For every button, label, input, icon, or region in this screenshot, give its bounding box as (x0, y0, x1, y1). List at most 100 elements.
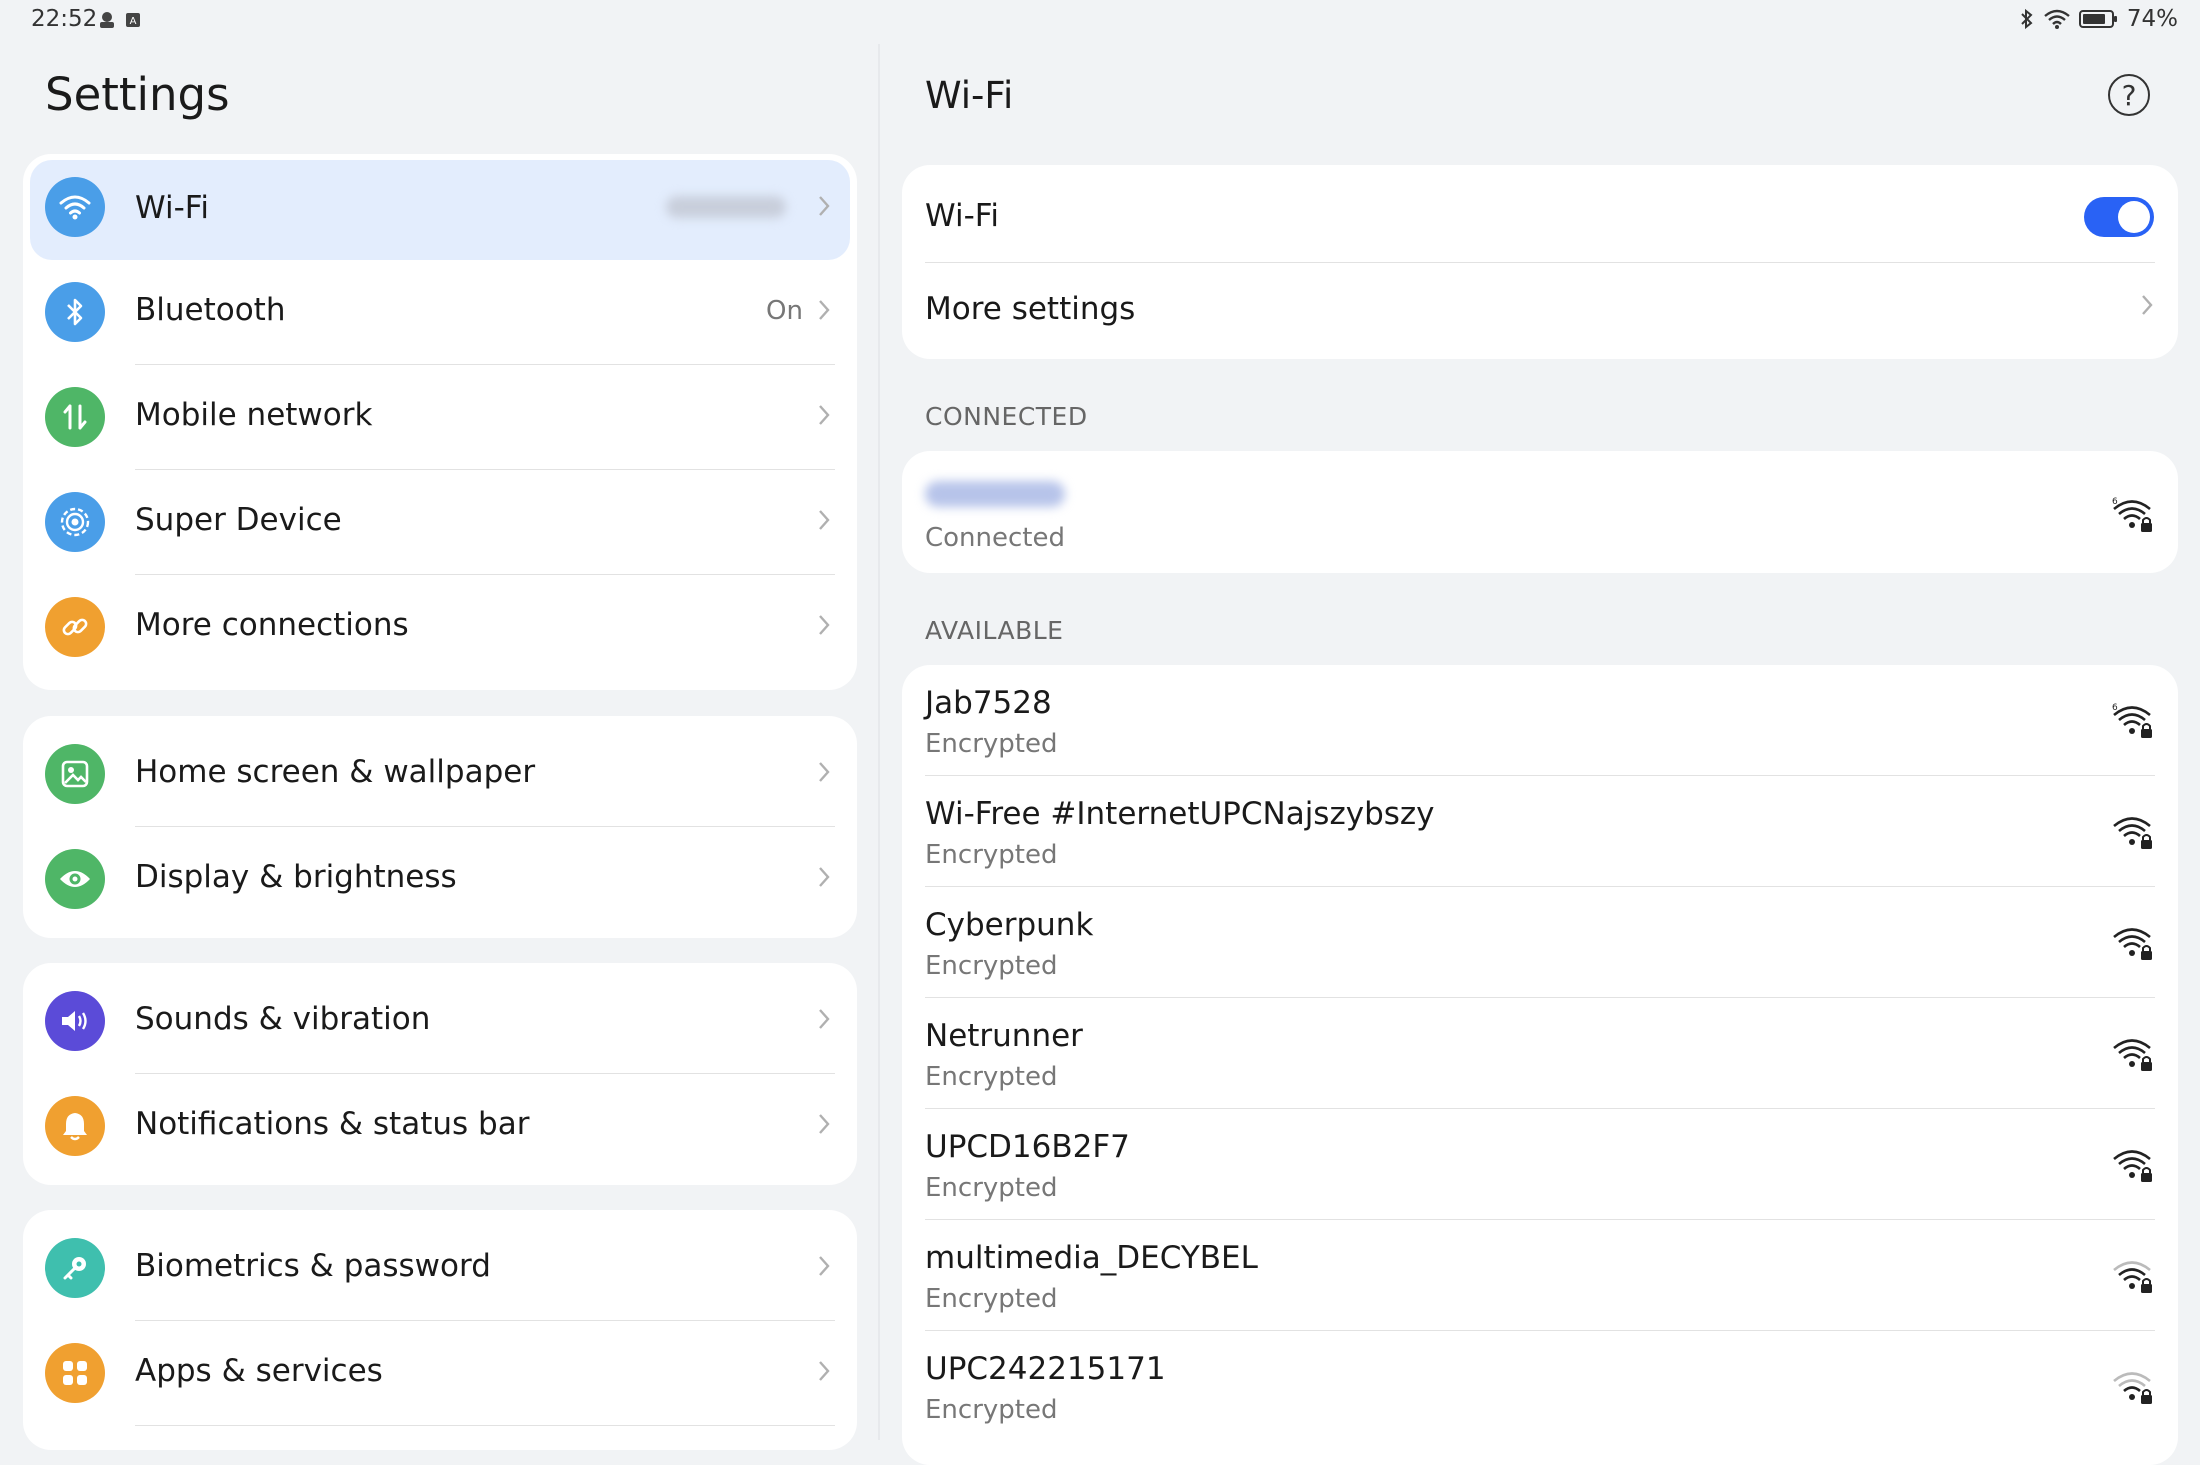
network-list-item[interactable]: Jab7528 Encrypted 6 (902, 665, 2178, 776)
chevron-right-icon (819, 1009, 830, 1029)
connected-network-card[interactable]: Connected 6 (902, 451, 2178, 573)
settings-list-pane: Settings Wi-Fi Bluetooth On Mobile netwo… (0, 44, 878, 1450)
settings-group-display: Home screen & wallpaper Display & bright… (23, 716, 857, 938)
network-list-item[interactable]: multimedia_DECYBEL Encrypted (902, 1220, 2178, 1331)
connected-network-name-redacted (925, 481, 1065, 507)
network-list-item[interactable]: Cyberpunk Encrypted (902, 887, 2178, 998)
network-security-status: Encrypted (925, 729, 1058, 759)
network-security-status: Encrypted (925, 1395, 1058, 1425)
super-device-icon (45, 492, 105, 552)
wifi-toggle-card: Wi-Fi More settings (902, 165, 2178, 359)
chevron-right-icon (819, 615, 830, 635)
more-settings-row[interactable]: More settings (902, 263, 2178, 359)
network-list-item[interactable]: Netrunner Encrypted (902, 998, 2178, 1109)
notification-badge-icon (100, 12, 114, 28)
sidebar-item-label: Mobile network (135, 397, 373, 433)
battery-icon (2078, 10, 2117, 28)
wifi-locked-signal-icon (2113, 1261, 2152, 1293)
sidebar-item-biometrics-password[interactable]: Biometrics & password (23, 1216, 857, 1321)
chevron-right-icon (819, 510, 830, 530)
help-button[interactable]: ? (2108, 74, 2150, 116)
wifi-switch[interactable] (2084, 197, 2154, 237)
chevron-right-icon (2142, 295, 2153, 315)
network-security-status: Encrypted (925, 840, 1058, 870)
connected-status: Connected (925, 523, 1066, 553)
chevron-right-icon (819, 1256, 830, 1276)
sidebar-item-display-brightness[interactable]: Display & brightness (23, 827, 857, 932)
available-networks-card: Jab7528 Encrypted 6 Wi-Free #InternetUPC… (902, 665, 2178, 1465)
sidebar-item-apps-services[interactable]: Apps & services (23, 1321, 857, 1426)
sidebar-item-notifications-status-bar[interactable]: Notifications & status bar (23, 1074, 857, 1179)
network-name: UPC242215171 (925, 1351, 1166, 1387)
network-security-status: Encrypted (925, 1173, 1058, 1203)
wifi-status-icon (2044, 9, 2070, 29)
network-name: Wi-Free #InternetUPCNajszybszy (925, 796, 1435, 832)
question-mark-icon: ? (2121, 78, 2137, 112)
sidebar-item-label: Biometrics & password (135, 1248, 491, 1284)
apps-grid-icon (45, 1343, 105, 1403)
current-network-name-redacted (666, 196, 786, 218)
more-settings-label: More settings (925, 291, 1136, 327)
wifi-locked-signal-icon: 6 (2112, 703, 2152, 738)
chevron-right-icon (819, 762, 830, 782)
status-time: 22:52 (31, 6, 98, 32)
network-security-status: Encrypted (925, 1062, 1058, 1092)
sidebar-item-bluetooth[interactable]: Bluetooth On (23, 260, 857, 365)
chevron-right-icon (819, 1361, 830, 1381)
switch-knob (2118, 201, 2150, 233)
settings-group-sound-notifications: Sounds & vibration Notifications & statu… (23, 963, 857, 1185)
sidebar-item-sounds-vibration[interactable]: Sounds & vibration (23, 969, 857, 1074)
bluetooth-status-value: On (766, 296, 803, 326)
wifi-locked-signal-icon (2113, 928, 2152, 960)
wifi-toggle-label: Wi-Fi (925, 198, 999, 234)
sidebar-item-label: More connections (135, 607, 409, 643)
settings-group-security-apps: Biometrics & password Apps & services (23, 1210, 857, 1450)
link-icon (45, 597, 105, 657)
chevron-right-icon (819, 300, 830, 320)
divider (135, 1425, 835, 1426)
sidebar-item-wifi[interactable]: Wi-Fi (30, 160, 850, 260)
sidebar-item-label: Notifications & status bar (135, 1106, 530, 1142)
sidebar-item-home-screen[interactable]: Home screen & wallpaper (23, 722, 857, 827)
wifi-locked-signal-icon (2113, 817, 2152, 849)
sidebar-item-mobile-network[interactable]: Mobile network (23, 365, 857, 470)
sidebar-item-label: Super Device (135, 502, 342, 538)
chevron-right-icon (819, 867, 830, 887)
wifi-locked-signal-icon (2113, 1372, 2152, 1404)
sidebar-item-label: Home screen & wallpaper (135, 754, 536, 790)
svg-text:6: 6 (2112, 497, 2118, 507)
image-icon (45, 744, 105, 804)
chevron-right-icon (819, 1114, 830, 1134)
available-section-header: AVAILABLE (925, 616, 1064, 645)
bell-icon (45, 1096, 105, 1156)
page-title: Settings (45, 68, 230, 121)
network-security-status: Encrypted (925, 951, 1058, 981)
network-security-status: Encrypted (925, 1284, 1058, 1314)
network-list-item[interactable]: UPCD16B2F7 Encrypted (902, 1109, 2178, 1220)
sidebar-item-label: Display & brightness (135, 859, 457, 895)
chevron-right-icon (819, 196, 830, 216)
network-name: multimedia_DECYBEL (925, 1240, 1258, 1276)
network-name: Jab7528 (925, 685, 1052, 721)
chevron-right-icon (819, 405, 830, 425)
bluetooth-icon (45, 282, 105, 342)
mobile-data-icon (45, 387, 105, 447)
wifi-icon (45, 177, 105, 237)
sidebar-item-more-connections[interactable]: More connections (23, 575, 857, 680)
settings-group-connectivity: Wi-Fi Bluetooth On Mobile network Super … (23, 154, 857, 690)
wifi-toggle-row[interactable]: Wi-Fi (902, 165, 2178, 263)
sidebar-item-super-device[interactable]: Super Device (23, 470, 857, 575)
network-name: UPCD16B2F7 (925, 1129, 1130, 1165)
bluetooth-status-icon (2021, 8, 2033, 30)
network-list-item[interactable]: Wi-Free #InternetUPCNajszybszy Encrypted (902, 776, 2178, 887)
sidebar-item-label: Bluetooth (135, 292, 286, 328)
detail-title: Wi-Fi (925, 74, 1014, 117)
wifi-locked-signal-icon (2113, 1150, 2152, 1182)
battery-percent: 74% (2126, 6, 2178, 32)
sidebar-item-label: Wi-Fi (135, 190, 209, 226)
sidebar-item-label: Sounds & vibration (135, 1001, 431, 1037)
key-icon (45, 1238, 105, 1298)
network-list-item[interactable]: UPC242215171 Encrypted (902, 1331, 2178, 1442)
status-bar: 22:52 A 74% (0, 0, 2200, 44)
network-name: Netrunner (925, 1018, 1083, 1054)
